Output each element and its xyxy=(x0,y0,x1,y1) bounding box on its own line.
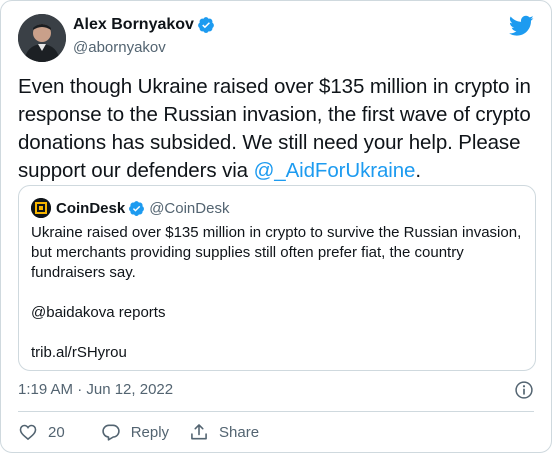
quoted-paragraph: Ukraine raised over $135 million in cryp… xyxy=(31,224,522,281)
quoted-tweet[interactable]: CoinDesk @CoinDesk Ukraine raised over $… xyxy=(18,185,536,371)
reply-icon xyxy=(101,424,120,441)
quoted-author-handle[interactable]: @CoinDesk xyxy=(149,200,229,217)
verified-badge-icon xyxy=(198,17,214,33)
quoted-author-name[interactable]: CoinDesk xyxy=(56,200,125,217)
tweet-card: Alex Bornyakov @abornyakov Even though U… xyxy=(0,0,552,453)
quoted-link: trib.al/rSHyrou xyxy=(31,344,127,361)
author-name[interactable]: Alex Bornyakov xyxy=(73,16,194,34)
reply-button[interactable]: Reply xyxy=(101,422,169,442)
author-handle[interactable]: @abornyakov xyxy=(73,39,166,56)
tweet-text-end: . xyxy=(415,159,421,182)
timestamp[interactable]: 1:19 AM · Jun 12, 2022 xyxy=(18,381,173,398)
tweet-text: Even though Ukraine raised over $135 mil… xyxy=(18,73,536,185)
quoted-paragraph: @baidakova reports xyxy=(31,304,166,321)
like-count: 20 xyxy=(48,423,65,441)
quoted-text: Ukraine raised over $135 million in cryp… xyxy=(31,223,527,383)
verified-badge-icon xyxy=(129,200,145,216)
twitter-bird-icon[interactable] xyxy=(509,15,534,37)
divider xyxy=(18,411,534,412)
avatar[interactable] xyxy=(18,14,66,62)
author-name-row[interactable]: Alex Bornyakov xyxy=(73,16,215,34)
action-bar: 20 Reply Share xyxy=(18,422,279,442)
coindesk-logo-icon xyxy=(31,198,51,218)
heart-icon xyxy=(19,424,37,441)
like-button[interactable]: 20 xyxy=(18,422,81,442)
reply-label: Reply xyxy=(130,423,170,441)
share-icon xyxy=(191,424,207,440)
share-button[interactable]: Share xyxy=(189,422,259,442)
share-label: Share xyxy=(219,423,260,441)
info-icon[interactable] xyxy=(514,380,534,400)
quoted-author-row[interactable]: CoinDesk @CoinDesk xyxy=(31,198,229,218)
mention-link[interactable]: @_AidForUkraine xyxy=(254,159,416,182)
